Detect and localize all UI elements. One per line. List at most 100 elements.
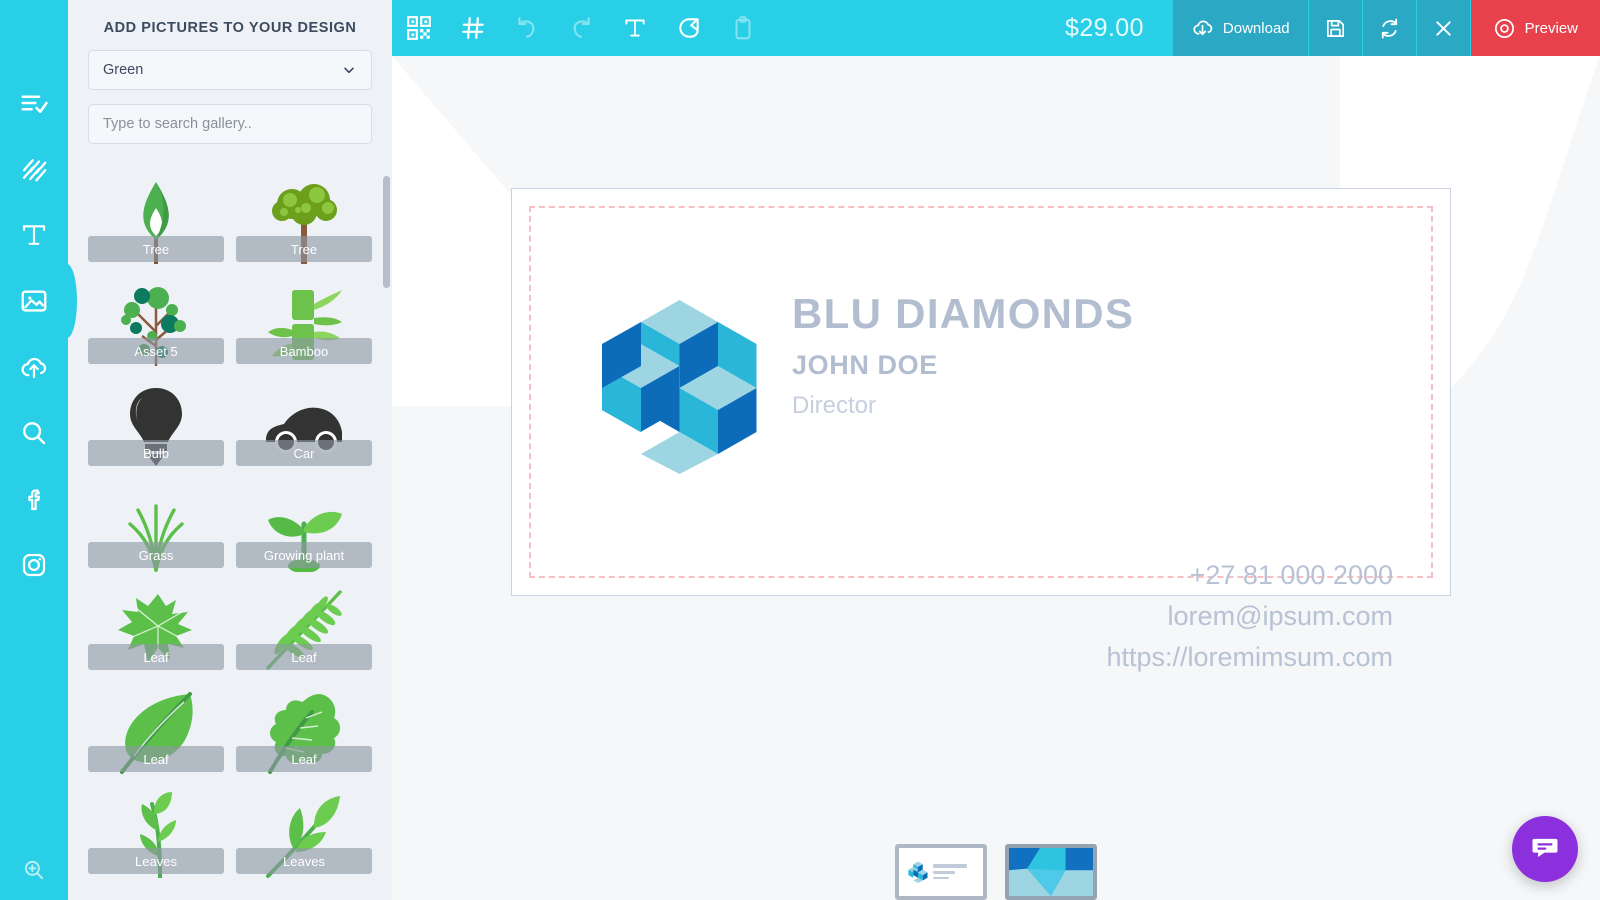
card-website[interactable]: https://loremimsum.com — [1106, 637, 1393, 678]
gallery-item-label: Leaves — [88, 848, 224, 874]
gallery-item-label: Leaf — [88, 746, 224, 772]
eye-icon — [1493, 17, 1516, 40]
card-phone[interactable]: +27 81 000 2000 — [1106, 555, 1393, 596]
top-toolbar: $29.00 Download Preview — [392, 0, 1600, 56]
qr-code-icon — [406, 15, 432, 41]
card-company-name[interactable]: BLU DIAMONDS — [792, 290, 1134, 338]
grid-button[interactable] — [446, 0, 500, 56]
gallery-item-label: Asset 5 — [88, 338, 224, 364]
mini-text-lines — [933, 864, 967, 882]
gallery-item[interactable]: Leaves — [88, 788, 224, 880]
sidebar-item-pictures[interactable] — [0, 268, 68, 334]
clipboard-icon — [730, 15, 756, 41]
gallery-item-label: Leaf — [88, 644, 224, 670]
close-x-icon — [1432, 17, 1455, 40]
gallery-item[interactable]: Leaves — [236, 788, 372, 880]
text-icon — [19, 220, 49, 250]
floppy-save-icon — [1324, 17, 1347, 40]
price-label: $29.00 — [1065, 13, 1144, 42]
gallery-search-input[interactable]: Type to search gallery.. — [103, 116, 252, 132]
design-canvas[interactable]: BLU DIAMONDS JOHN DOE Director +27 81 00… — [392, 56, 1600, 900]
gallery-item-label: Leaf — [236, 644, 372, 670]
gallery-item[interactable]: Tree — [236, 176, 372, 268]
instagram-icon — [19, 550, 49, 580]
mini-logo-icon — [908, 861, 928, 883]
sidebar-item-instagram[interactable] — [0, 532, 68, 598]
isometric-cubes-logo[interactable] — [602, 296, 757, 474]
panel-scrollbar[interactable] — [383, 176, 390, 288]
zoom-in-icon — [21, 857, 47, 888]
pictures-panel: ADD PICTURES TO YOUR DESIGN Green Type t… — [68, 0, 392, 900]
preview-button-label: Preview — [1524, 19, 1578, 37]
refresh-icon — [1378, 17, 1401, 40]
chevron-down-icon — [341, 62, 357, 78]
zoom-control[interactable] — [0, 857, 68, 888]
gallery-item-label: Tree — [88, 236, 224, 262]
card-contact-block[interactable]: +27 81 000 2000 lorem@ipsum.com https://… — [1106, 555, 1393, 678]
gallery-item[interactable]: Leaf — [88, 584, 224, 676]
undo-button[interactable] — [500, 0, 554, 56]
sidebar-item-facebook[interactable] — [0, 466, 68, 532]
gallery-item-label: Bamboo — [236, 338, 372, 364]
qr-code-button[interactable] — [392, 0, 446, 56]
download-cloud-icon — [1191, 17, 1214, 40]
duplicate-icon — [676, 15, 702, 41]
chat-widget-button[interactable] — [1512, 816, 1578, 882]
gallery-item[interactable]: Leaf — [88, 686, 224, 778]
add-text-button[interactable] — [608, 0, 662, 56]
card-email[interactable]: lorem@ipsum.com — [1106, 596, 1393, 637]
undo-icon — [514, 15, 540, 41]
preview-button[interactable]: Preview — [1469, 0, 1600, 56]
gallery-item[interactable]: Bulb — [88, 380, 224, 472]
chat-bubble-icon — [1530, 832, 1560, 867]
facebook-icon — [19, 484, 49, 514]
gallery-item[interactable]: Tree — [88, 176, 224, 268]
business-card-artboard[interactable]: BLU DIAMONDS JOHN DOE Director +27 81 00… — [511, 188, 1451, 672]
sidebar-item-text[interactable] — [0, 202, 68, 268]
list-check-icon — [19, 88, 49, 118]
search-icon — [19, 418, 49, 448]
page-thumbnail-back[interactable] — [1005, 844, 1097, 900]
mini-back-art — [1009, 848, 1093, 896]
upload-cloud-icon — [19, 352, 49, 382]
card-person-name[interactable]: JOHN DOE — [792, 350, 938, 381]
redo-icon — [568, 15, 594, 41]
sidebar-item-search[interactable] — [0, 400, 68, 466]
gallery-item[interactable]: Growing plant — [236, 482, 372, 574]
gallery-item-label: Car — [236, 440, 372, 466]
gallery-grid: Tree Tree Asset 5 Bamboo Bulb Car Grass … — [68, 168, 392, 900]
gallery-item[interactable]: Leaf — [236, 584, 372, 676]
sidebar-item-uploads[interactable] — [0, 334, 68, 400]
text-icon — [622, 15, 648, 41]
image-icon — [19, 286, 49, 316]
page-thumbnail-front[interactable] — [895, 844, 987, 900]
category-select[interactable]: Green — [88, 50, 372, 90]
left-icon-rail — [0, 0, 68, 900]
gallery-item-label: Grass — [88, 542, 224, 568]
gallery-item[interactable]: Car — [236, 380, 372, 472]
reset-button[interactable] — [1361, 0, 1416, 56]
category-select-value: Green — [103, 62, 144, 78]
save-button[interactable] — [1307, 0, 1362, 56]
gallery-item-label: Leaf — [236, 746, 372, 772]
close-button[interactable] — [1415, 0, 1470, 56]
gallery-item-label: Growing plant — [236, 542, 372, 568]
gallery-item-label: Leaves — [236, 848, 372, 874]
gallery-item[interactable]: Bamboo — [236, 278, 372, 370]
card-job-title[interactable]: Director — [792, 392, 876, 420]
redo-button[interactable] — [554, 0, 608, 56]
duplicate-button[interactable] — [662, 0, 716, 56]
grid-icon — [460, 15, 486, 41]
page-thumbnails — [392, 838, 1600, 900]
page-title: ADD PICTURES TO YOUR DESIGN — [103, 20, 357, 36]
paste-button[interactable] — [716, 0, 770, 56]
gallery-item[interactable]: Grass — [88, 482, 224, 574]
pattern-icon — [19, 154, 49, 184]
gallery-search-field[interactable]: Type to search gallery.. — [88, 104, 372, 144]
download-button[interactable]: Download — [1171, 0, 1308, 56]
gallery-item[interactable]: Leaf — [236, 686, 372, 778]
sidebar-item-backgrounds[interactable] — [0, 136, 68, 202]
sidebar-item-templates[interactable] — [0, 70, 68, 136]
download-button-label: Download — [1222, 19, 1290, 37]
gallery-item[interactable]: Asset 5 — [88, 278, 224, 370]
